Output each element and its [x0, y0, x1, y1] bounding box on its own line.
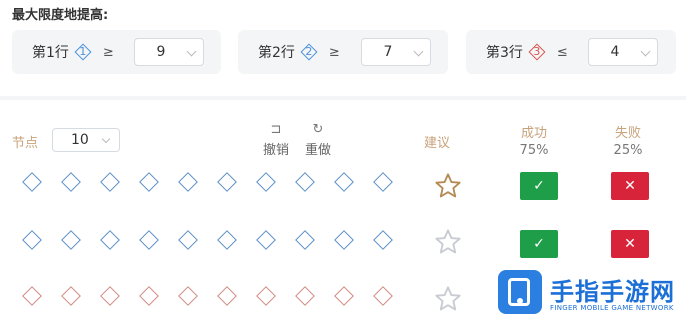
node-diamond[interactable]: [334, 230, 354, 250]
diamond-badge-icon: 3: [528, 43, 546, 61]
fail-stat: 失败 25%: [613, 126, 643, 158]
star-icon[interactable]: [434, 228, 462, 256]
constraint-value-select[interactable]: 4: [588, 38, 658, 66]
operator: ≤: [556, 44, 568, 60]
diamond-badge-icon: 2: [300, 43, 318, 61]
operator: ≥: [328, 44, 340, 60]
node-diamond[interactable]: [178, 230, 198, 250]
nodes-select[interactable]: 10: [52, 128, 120, 152]
node-diamond[interactable]: [256, 172, 276, 192]
node-diamond[interactable]: [100, 286, 120, 306]
success-button[interactable]: ✓: [520, 230, 558, 258]
fail-button[interactable]: ✕: [611, 172, 649, 200]
node-diamond[interactable]: [61, 230, 81, 250]
page-title: 最大限度地提高:: [12, 8, 109, 23]
undo-icon: ⊐: [270, 122, 282, 137]
node-diamond[interactable]: [100, 172, 120, 192]
nodes-label: 节点: [12, 136, 39, 151]
node-diamond[interactable]: [139, 230, 159, 250]
constraint-row-3: 第3行 3 ≤ 4: [466, 30, 676, 74]
node-diamond[interactable]: [22, 230, 42, 250]
node-diamond[interactable]: [100, 230, 120, 250]
node-diamond[interactable]: [217, 172, 237, 192]
operator: ≥: [102, 44, 114, 60]
node-diamond[interactable]: [295, 286, 315, 306]
node-diamond[interactable]: [139, 286, 159, 306]
node-diamond[interactable]: [373, 286, 393, 306]
check-icon: ✓: [533, 178, 545, 194]
node-diamond[interactable]: [295, 230, 315, 250]
node-diamond[interactable]: [334, 286, 354, 306]
constraint-label: 第2行: [258, 45, 295, 61]
watermark: 手指手游网 FINGER MOBILE GAME NETWORK: [498, 270, 686, 320]
close-icon: ✕: [624, 178, 636, 194]
node-diamond[interactable]: [61, 172, 81, 192]
node-diamond[interactable]: [178, 172, 198, 192]
node-diamond[interactable]: [217, 286, 237, 306]
constraint-value-select[interactable]: 7: [361, 38, 431, 66]
node-diamond[interactable]: [61, 286, 81, 306]
chevron-down-icon: [101, 134, 111, 144]
success-stat: 成功 75%: [519, 126, 549, 158]
success-button[interactable]: ✓: [520, 172, 558, 200]
close-icon: ✕: [624, 236, 636, 252]
node-diamond[interactable]: [256, 230, 276, 250]
diamond-badge-icon: 1: [74, 43, 92, 61]
constraint-label: 第3行: [486, 45, 523, 61]
constraint-value-select[interactable]: 9: [134, 38, 204, 66]
node-diamond[interactable]: [334, 172, 354, 192]
check-icon: ✓: [533, 236, 545, 252]
suggest-label: 建议: [424, 136, 451, 151]
node-diamond[interactable]: [22, 172, 42, 192]
node-diamond[interactable]: [373, 172, 393, 192]
undo-button[interactable]: ⊐ 撤销: [258, 122, 294, 159]
redo-icon: ↻: [312, 122, 324, 137]
node-diamond[interactable]: [217, 230, 237, 250]
chevron-down-icon: [640, 46, 651, 57]
redo-button[interactable]: ↻ 重做: [300, 122, 336, 159]
node-diamond[interactable]: [373, 230, 393, 250]
chevron-down-icon: [186, 46, 197, 57]
section-divider: [0, 96, 686, 100]
constraint-label: 第1行: [32, 45, 69, 61]
node-diamond[interactable]: [22, 286, 42, 306]
node-diamond[interactable]: [256, 286, 276, 306]
constraint-row-2: 第2行 2 ≥ 7: [238, 30, 448, 74]
fail-button[interactable]: ✕: [611, 230, 649, 258]
phone-logo-icon: [498, 270, 542, 314]
node-diamond[interactable]: [295, 172, 315, 192]
node-diamond[interactable]: [139, 172, 159, 192]
star-icon[interactable]: [434, 172, 462, 200]
chevron-down-icon: [413, 46, 424, 57]
constraint-row-1: 第1行 1 ≥ 9: [12, 30, 221, 74]
star-icon[interactable]: [434, 285, 462, 313]
node-diamond[interactable]: [178, 286, 198, 306]
